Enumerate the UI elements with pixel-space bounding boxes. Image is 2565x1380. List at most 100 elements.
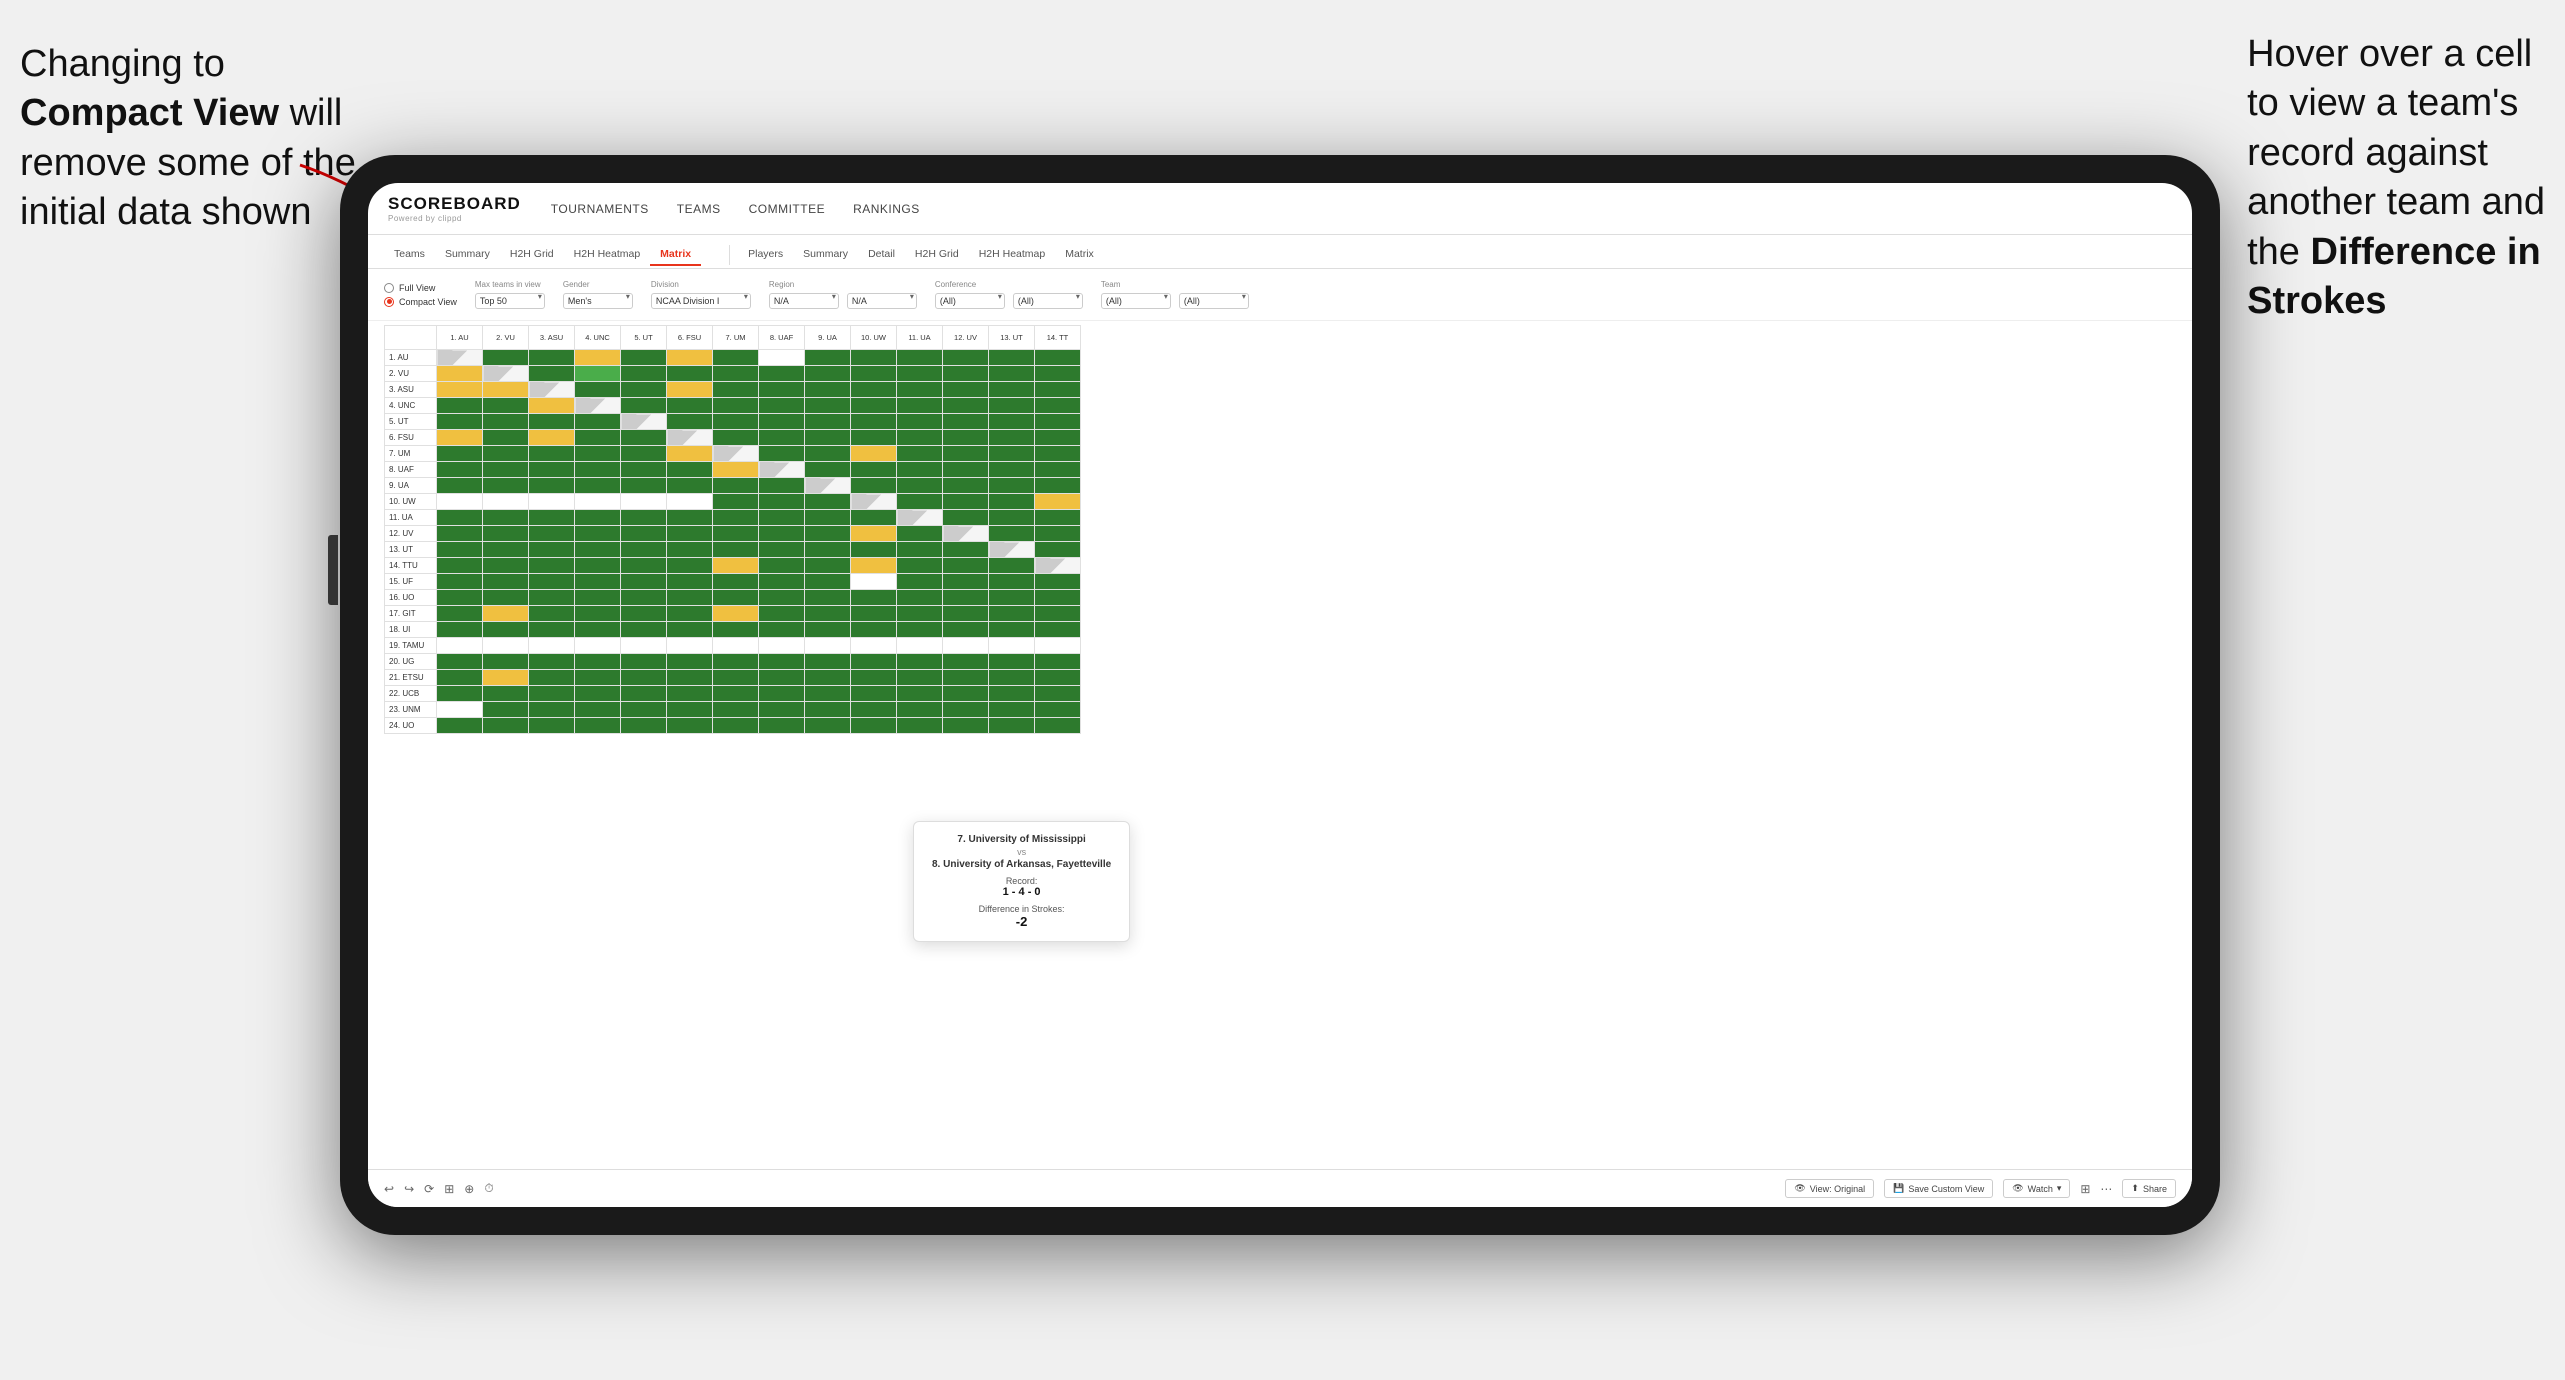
matrix-cell[interactable] [621, 478, 667, 494]
share-btn[interactable]: ⬆ Share [2122, 1179, 2176, 1198]
matrix-cell[interactable] [989, 622, 1035, 638]
matrix-cell[interactable] [621, 654, 667, 670]
sub-tab-h2h-heatmap[interactable]: H2H Heatmap [564, 244, 651, 266]
matrix-cell[interactable] [943, 670, 989, 686]
matrix-cell[interactable] [529, 510, 575, 526]
matrix-cell[interactable] [943, 702, 989, 718]
matrix-cell[interactable] [805, 638, 851, 654]
matrix-cell[interactable] [713, 398, 759, 414]
matrix-cell[interactable] [575, 478, 621, 494]
matrix-cell[interactable] [805, 686, 851, 702]
matrix-cell[interactable] [759, 398, 805, 414]
matrix-cell[interactable] [621, 574, 667, 590]
matrix-cell[interactable] [851, 366, 897, 382]
matrix-cell[interactable] [851, 686, 897, 702]
matrix-cell[interactable] [621, 542, 667, 558]
matrix-cell[interactable] [667, 494, 713, 510]
matrix-cell[interactable] [437, 478, 483, 494]
matrix-cell[interactable] [805, 430, 851, 446]
matrix-cell[interactable] [437, 526, 483, 542]
matrix-cell[interactable] [989, 542, 1035, 558]
matrix-cell[interactable] [1035, 366, 1081, 382]
matrix-cell[interactable] [621, 366, 667, 382]
matrix-cell[interactable] [483, 558, 529, 574]
matrix-cell[interactable] [621, 414, 667, 430]
matrix-cell[interactable] [989, 478, 1035, 494]
matrix-cell[interactable] [989, 686, 1035, 702]
matrix-cell[interactable] [851, 430, 897, 446]
matrix-cell[interactable] [943, 590, 989, 606]
matrix-cell[interactable] [621, 590, 667, 606]
matrix-cell[interactable] [1035, 430, 1081, 446]
matrix-cell[interactable] [621, 718, 667, 734]
sub-tab-h2h-heatmap-right[interactable]: H2H Heatmap [969, 244, 1056, 266]
sub-tab-summary[interactable]: Summary [435, 244, 500, 266]
matrix-cell[interactable] [437, 590, 483, 606]
matrix-cell[interactable] [575, 382, 621, 398]
matrix-cell[interactable] [575, 638, 621, 654]
matrix-cell[interactable] [1035, 718, 1081, 734]
matrix-cell[interactable] [851, 398, 897, 414]
matrix-cell[interactable] [713, 622, 759, 638]
sub-tab-matrix-left[interactable]: Matrix [650, 244, 701, 266]
matrix-cell[interactable] [575, 670, 621, 686]
matrix-cell[interactable] [805, 414, 851, 430]
matrix-cell[interactable] [851, 590, 897, 606]
matrix-cell[interactable] [759, 462, 805, 478]
matrix-cell[interactable] [943, 622, 989, 638]
matrix-cell[interactable] [805, 446, 851, 462]
matrix-cell[interactable] [759, 558, 805, 574]
matrix-cell[interactable] [805, 542, 851, 558]
matrix-cell[interactable] [1035, 654, 1081, 670]
matrix-cell[interactable] [437, 718, 483, 734]
matrix-cell[interactable] [897, 478, 943, 494]
matrix-cell[interactable] [483, 350, 529, 366]
zoom-icon[interactable]: ⊞ [444, 1182, 454, 1196]
matrix-cell[interactable] [529, 622, 575, 638]
matrix-cell[interactable] [759, 414, 805, 430]
matrix-cell[interactable] [667, 654, 713, 670]
matrix-cell[interactable] [851, 542, 897, 558]
matrix-cell[interactable] [529, 542, 575, 558]
matrix-cell[interactable] [529, 574, 575, 590]
matrix-cell[interactable] [989, 494, 1035, 510]
matrix-cell[interactable] [667, 638, 713, 654]
matrix-cell[interactable] [483, 686, 529, 702]
matrix-cell[interactable] [805, 654, 851, 670]
matrix-cell[interactable] [621, 382, 667, 398]
matrix-cell[interactable] [483, 606, 529, 622]
matrix-cell[interactable] [667, 606, 713, 622]
matrix-cell[interactable] [897, 670, 943, 686]
matrix-cell[interactable] [713, 558, 759, 574]
matrix-cell[interactable] [621, 558, 667, 574]
matrix-cell[interactable] [759, 350, 805, 366]
matrix-cell[interactable] [851, 718, 897, 734]
matrix-cell[interactable] [943, 446, 989, 462]
matrix-cell[interactable] [667, 670, 713, 686]
sub-tab-teams[interactable]: Teams [384, 244, 435, 266]
matrix-cell[interactable] [437, 638, 483, 654]
matrix-cell[interactable] [1035, 350, 1081, 366]
matrix-cell[interactable] [759, 494, 805, 510]
matrix-cell[interactable] [943, 382, 989, 398]
matrix-cell[interactable] [897, 638, 943, 654]
watch-btn[interactable]: 👁 Watch ▾ [2003, 1179, 2070, 1198]
matrix-cell[interactable] [851, 702, 897, 718]
matrix-cell[interactable] [897, 558, 943, 574]
matrix-cell[interactable] [667, 702, 713, 718]
matrix-cell[interactable] [989, 670, 1035, 686]
matrix-cell[interactable] [851, 622, 897, 638]
matrix-cell[interactable] [759, 366, 805, 382]
matrix-cell[interactable] [529, 606, 575, 622]
matrix-cell[interactable] [621, 526, 667, 542]
matrix-cell[interactable] [805, 574, 851, 590]
matrix-cell[interactable] [575, 654, 621, 670]
matrix-cell[interactable] [483, 510, 529, 526]
matrix-cell[interactable] [759, 670, 805, 686]
matrix-cell[interactable] [759, 382, 805, 398]
matrix-cell[interactable] [759, 654, 805, 670]
matrix-cell[interactable] [805, 590, 851, 606]
matrix-cell[interactable] [943, 494, 989, 510]
matrix-cell[interactable] [483, 638, 529, 654]
matrix-cell[interactable] [667, 446, 713, 462]
